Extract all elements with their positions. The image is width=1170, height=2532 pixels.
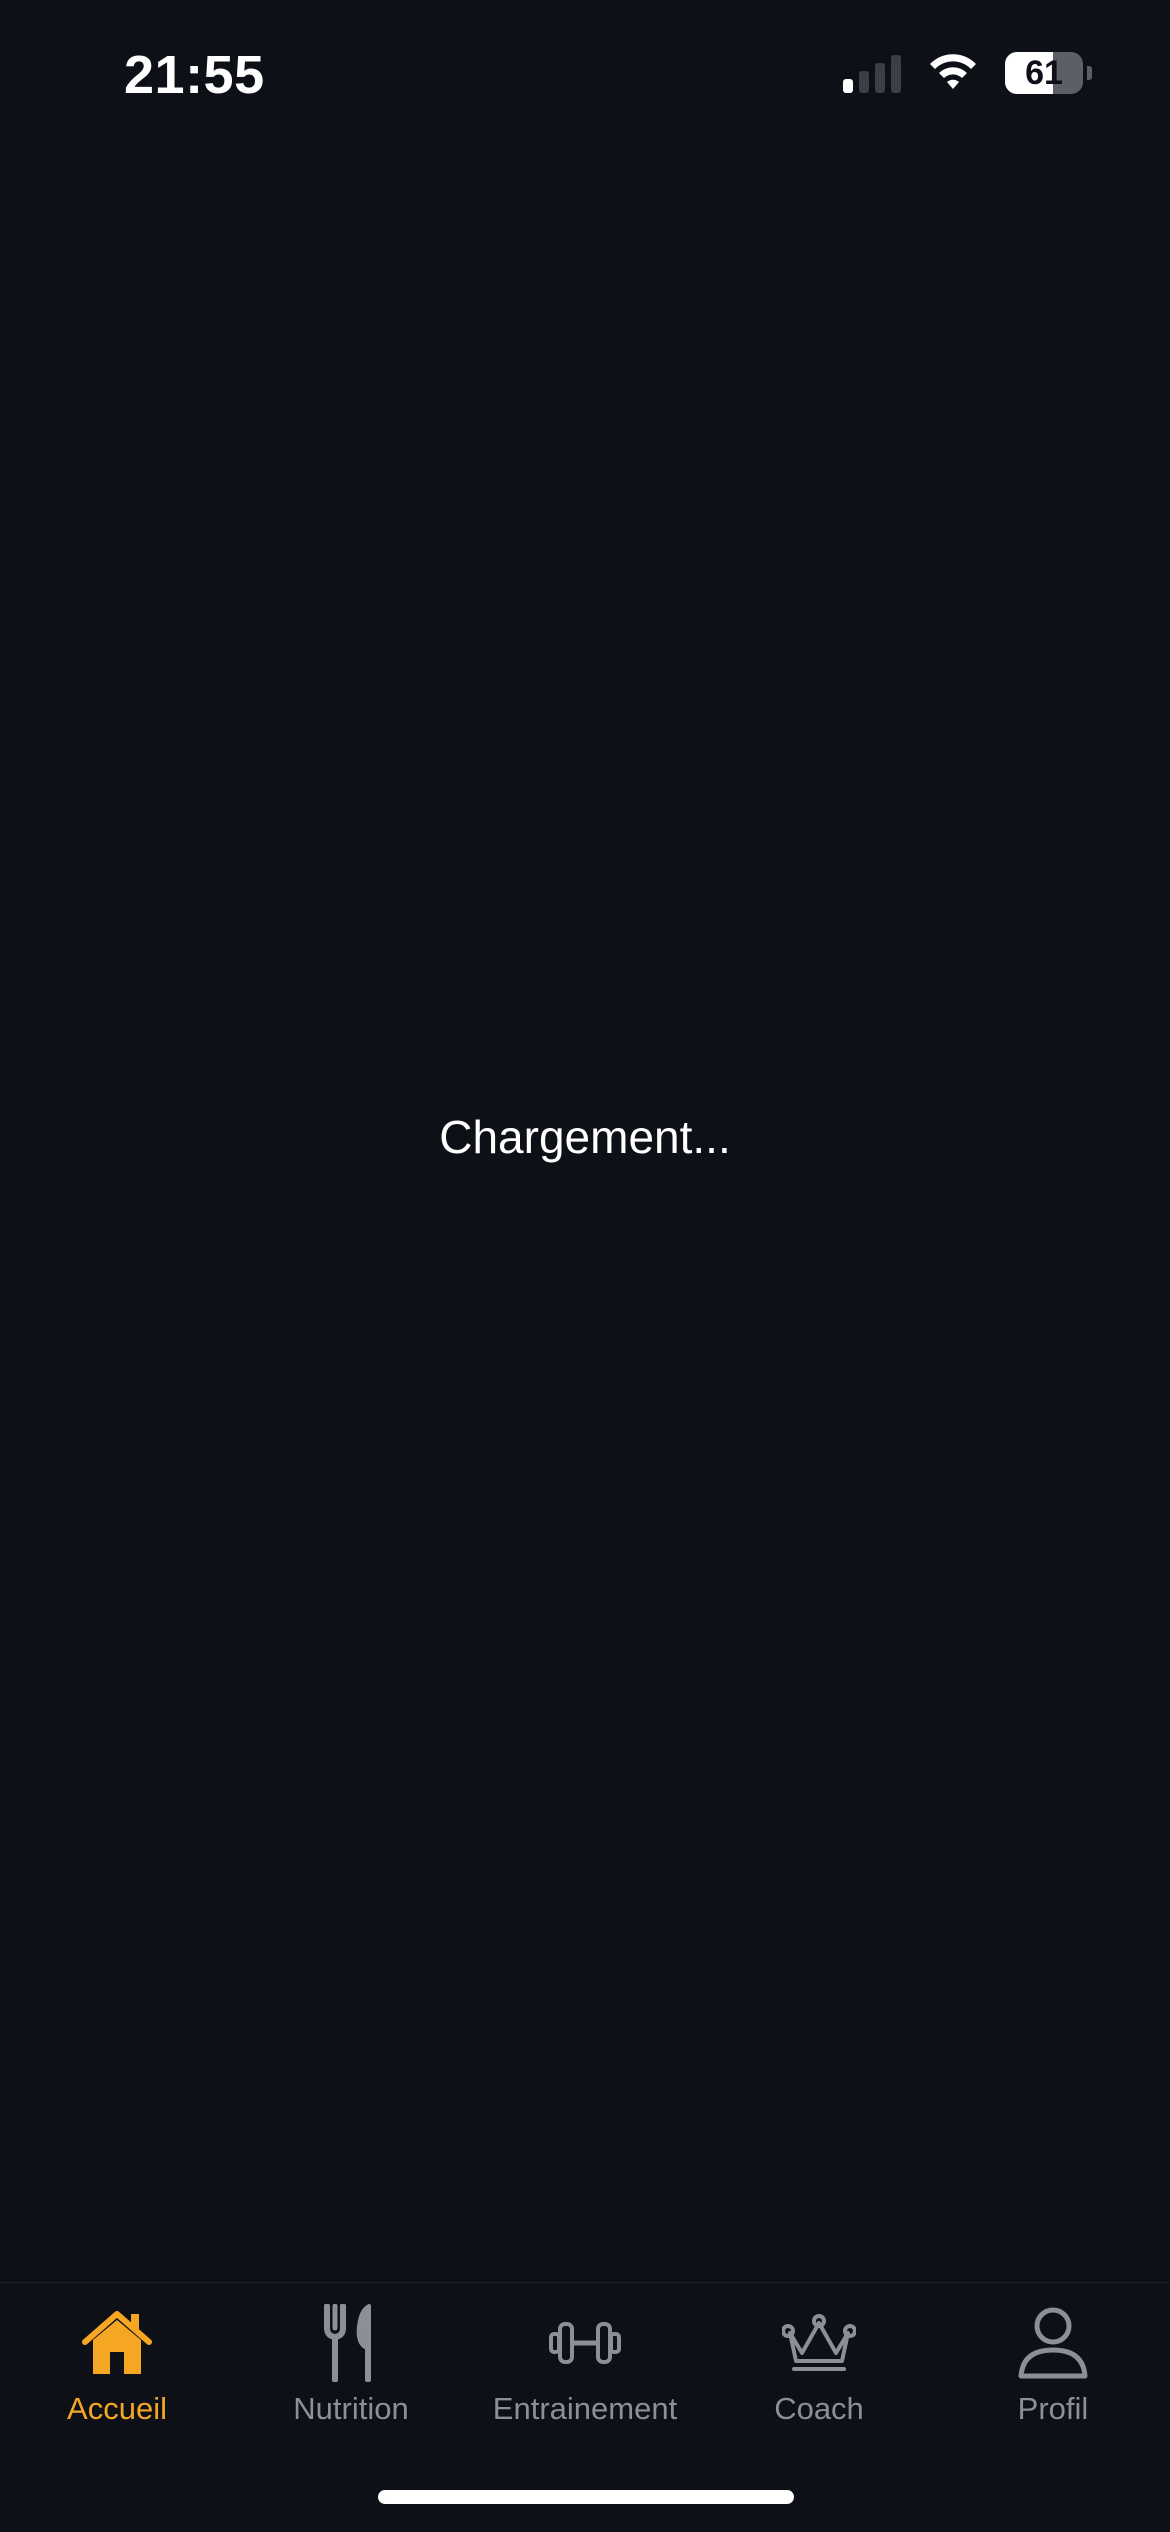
tab-nutrition[interactable]: Nutrition (234, 2283, 468, 2427)
status-time: 21:55 (124, 45, 265, 105)
battery-icon: 61 (1005, 52, 1083, 94)
battery-level: 61 (1025, 53, 1063, 92)
status-indicators: 61 (843, 52, 1092, 94)
home-icon (75, 2303, 159, 2383)
crown-icon (777, 2303, 861, 2383)
tab-profil[interactable]: Profil (936, 2283, 1170, 2427)
tab-label-accueil: Accueil (67, 2391, 167, 2426)
wifi-icon (930, 54, 976, 89)
cellular-signal-icon (843, 53, 901, 93)
battery-cap (1087, 66, 1092, 80)
tab-label-profil: Profil (1017, 2391, 1089, 2426)
loading-message: Chargement... (439, 1111, 731, 1163)
status-bar: 21:55 61 (0, 0, 1170, 150)
tab-label-coach: Coach (774, 2391, 864, 2426)
home-indicator[interactable] (378, 2490, 794, 2504)
tab-entrainement[interactable]: Entrainement (468, 2283, 702, 2427)
user-icon (1011, 2303, 1095, 2383)
tab-coach[interactable]: Coach (702, 2283, 936, 2427)
tab-label-entrainement: Entrainement (492, 2391, 678, 2426)
app-screen: 21:55 61 Chargement... Accueil Nutrition… (0, 0, 1170, 2532)
tab-accueil[interactable]: Accueil (0, 2283, 234, 2427)
fork-knife-icon (309, 2303, 393, 2383)
dumbbell-icon (543, 2303, 627, 2383)
tab-label-nutrition: Nutrition (293, 2391, 409, 2426)
